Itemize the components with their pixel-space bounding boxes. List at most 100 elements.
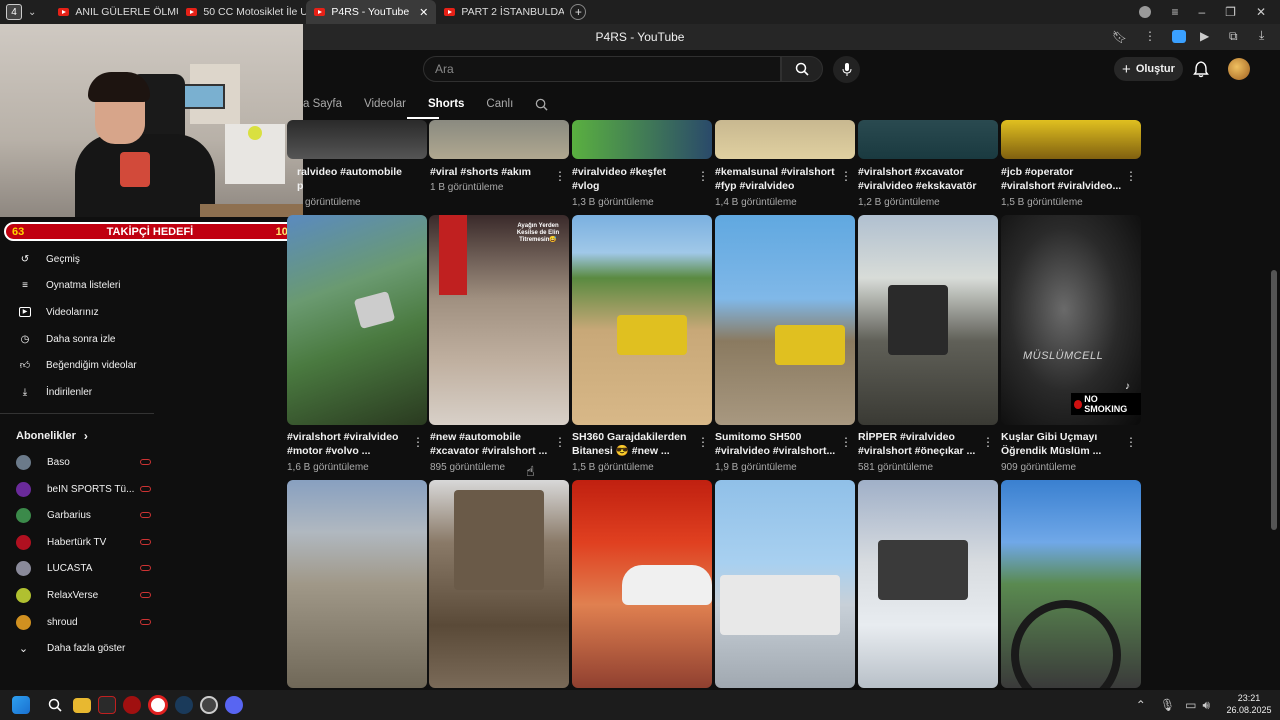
short-thumbnail[interactable] — [858, 480, 998, 688]
tab-videos[interactable]: Videolar — [364, 98, 406, 110]
close-window-icon[interactable]: ✕ — [1256, 5, 1266, 19]
short-thumbnail[interactable] — [1001, 480, 1141, 688]
short-title[interactable]: #viralshort #viralvideo #motor #volvo ..… — [287, 430, 412, 458]
account-avatar[interactable] — [1228, 58, 1250, 80]
subscription-item[interactable]: Habertürk TV — [16, 531, 156, 553]
more-options-icon[interactable]: ⋮ — [554, 170, 566, 182]
short-thumbnail[interactable] — [287, 480, 427, 688]
browser-tab-2[interactable]: 50 CC Motosiklet İle Uzun — [178, 0, 306, 24]
short-title[interactable]: Sumitomo SH500 #viralvideo #viralshort..… — [715, 430, 840, 458]
more-icon[interactable]: ⋮ — [1144, 29, 1156, 43]
cloud-extension-icon[interactable] — [1172, 30, 1186, 43]
sidebar-item-your-videos[interactable]: ▶ Videolarınız — [0, 299, 154, 325]
sidebar-item-playlists[interactable]: ≡ Oynatma listeleri — [0, 272, 154, 298]
subscription-item[interactable]: LUCASTA — [16, 557, 156, 579]
downloads-icon[interactable]: ⤓ — [1259, 28, 1264, 43]
more-options-icon[interactable]: ⋮ — [982, 436, 994, 448]
subscription-item[interactable]: shroud — [16, 611, 156, 633]
short-thumbnail[interactable] — [287, 215, 427, 425]
short-thumbnail[interactable] — [715, 120, 855, 159]
red-app-icon[interactable] — [98, 696, 116, 714]
short-title[interactable]: #new #automobile #xcavator #viralshort .… — [430, 430, 555, 458]
sidebar-item-liked[interactable]: 👍︎ Beğendiğim videolar — [0, 352, 154, 378]
subscription-item[interactable]: Garbarius — [16, 504, 156, 526]
more-options-icon[interactable]: ⋮ — [1125, 170, 1137, 182]
more-options-icon[interactable]: ⋮ — [1125, 436, 1137, 448]
browser-tab-3[interactable]: P4RS - YouTube ✕ — [306, 0, 437, 24]
short-thumbnail[interactable] — [287, 120, 427, 159]
game-icon[interactable] — [123, 696, 141, 714]
subscription-item[interactable]: beIN SPORTS Tü... — [16, 478, 156, 500]
scrollbar-thumb[interactable] — [1271, 270, 1277, 530]
more-options-icon[interactable]: ⋮ — [554, 436, 566, 448]
more-options-icon[interactable]: ⋮ — [412, 436, 424, 448]
short-title[interactable]: Kuşlar Gibi Uçmayı Öğrendik Müslüm ... — [1001, 430, 1126, 458]
show-more-button[interactable]: ⌄ Daha fazla göster — [16, 637, 156, 659]
tab-count-badge[interactable]: 4 — [6, 4, 22, 20]
discord-icon[interactable] — [225, 696, 243, 714]
display-icon[interactable]: ▭ — [1185, 698, 1196, 712]
short-title[interactable]: #viralvideo #keşfet #vlog — [572, 165, 697, 193]
file-explorer-icon[interactable] — [73, 697, 91, 713]
close-tab-icon[interactable]: ✕ — [419, 6, 428, 19]
short-thumbnail[interactable]: MÜSLÜMCELL ♪ NO SMOKING — [1001, 215, 1141, 425]
subscription-item[interactable]: Baso — [16, 451, 156, 473]
tab-home[interactable]: a Sayfa — [303, 98, 342, 110]
new-tab-icon[interactable]: + — [570, 4, 587, 20]
more-options-icon[interactable]: ⋮ — [840, 436, 852, 448]
more-options-icon[interactable]: ⋮ — [840, 170, 852, 182]
short-thumbnail[interactable] — [858, 120, 998, 159]
notifications-button[interactable] — [1192, 60, 1210, 78]
sidebar-item-downloads[interactable]: ⤓ İndirilenler — [0, 379, 154, 405]
short-thumbnail[interactable] — [572, 120, 712, 159]
media-icon[interactable]: ▶ — [1200, 29, 1209, 43]
extensions-icon[interactable]: ⧉ — [1229, 29, 1238, 44]
short-thumbnail[interactable] — [715, 215, 855, 425]
search-button[interactable] — [781, 56, 823, 82]
sidebar-item-watch-later[interactable]: ◷ Daha sonra izle — [0, 326, 154, 352]
short-thumbnail[interactable]: Ayağın Yerden Kesilse de Elin Titremesin… — [429, 215, 569, 425]
sidebar-item-history[interactable]: ↺ Geçmiş — [0, 246, 154, 272]
subscriptions-header[interactable]: Abonelikler › — [16, 429, 88, 443]
short-thumbnail[interactable] — [858, 215, 998, 425]
chevron-up-icon[interactable]: ⌃ — [1136, 698, 1146, 712]
short-title[interactable]: #kemalsunal #viralshort #fyp #viralvideo — [715, 165, 840, 193]
short-thumbnail[interactable] — [1001, 120, 1141, 159]
minimize-icon[interactable]: – — [1198, 5, 1205, 19]
short-thumbnail[interactable] — [572, 215, 712, 425]
windows-start-icon[interactable] — [12, 696, 30, 714]
subscription-item[interactable]: RelaxVerse — [16, 584, 156, 606]
bookmark-icon[interactable]: 🔖︎ — [1112, 30, 1127, 44]
profile-icon[interactable] — [1139, 6, 1152, 18]
taskbar-clock[interactable]: 23:21 26.08.2025 — [1220, 692, 1278, 716]
menu-icon[interactable]: ≡ — [1171, 5, 1178, 19]
microphone-tray-icon[interactable]: 🎙︎ — [1160, 698, 1175, 712]
restore-icon[interactable]: ❐ — [1225, 5, 1236, 19]
yandex-browser-icon[interactable] — [148, 695, 168, 715]
short-title[interactable]: ralvideo #automobile p — [297, 165, 422, 193]
short-title[interactable]: SH360 Garajdakilerden Bitanesi 😎 #new ..… — [572, 430, 697, 458]
browser-tab-1[interactable]: ANIL GÜLERLE ÖLMÜŞ K — [50, 0, 178, 24]
voice-search-button[interactable] — [833, 56, 860, 83]
short-thumbnail[interactable] — [429, 120, 569, 159]
more-options-icon[interactable]: ⋮ — [697, 436, 709, 448]
tab-shorts[interactable]: Shorts — [428, 98, 464, 110]
short-thumbnail[interactable] — [572, 480, 712, 688]
short-title[interactable]: RİPPER #viralvideo #viralshort #öneçıkar… — [858, 430, 983, 458]
short-thumbnail[interactable] — [429, 480, 569, 688]
short-title[interactable]: #viralshort #xcavator #viralvideo #ekska… — [858, 165, 988, 193]
more-options-icon[interactable]: ⋮ — [697, 170, 709, 182]
page-scrollbar[interactable] — [1271, 120, 1277, 690]
search-input[interactable]: Ara — [423, 56, 781, 82]
short-title[interactable]: #jcb #operator #viralshort #viralvideo..… — [1001, 165, 1126, 193]
channel-search-icon[interactable] — [535, 98, 548, 111]
steam-icon[interactable] — [175, 696, 193, 714]
short-thumbnail[interactable] — [715, 480, 855, 688]
browser-tab-4[interactable]: PART 2 İSTANBULDAN BA — [436, 0, 564, 24]
volume-icon[interactable]: 🔊︎ — [1202, 698, 1210, 713]
chrome-icon[interactable] — [200, 696, 218, 714]
tab-live[interactable]: Canlı — [486, 98, 513, 110]
create-button[interactable]: + Oluştur — [1114, 57, 1183, 81]
search-taskbar-icon[interactable] — [44, 694, 66, 716]
short-title[interactable]: #viral #shorts #akım — [430, 165, 555, 179]
